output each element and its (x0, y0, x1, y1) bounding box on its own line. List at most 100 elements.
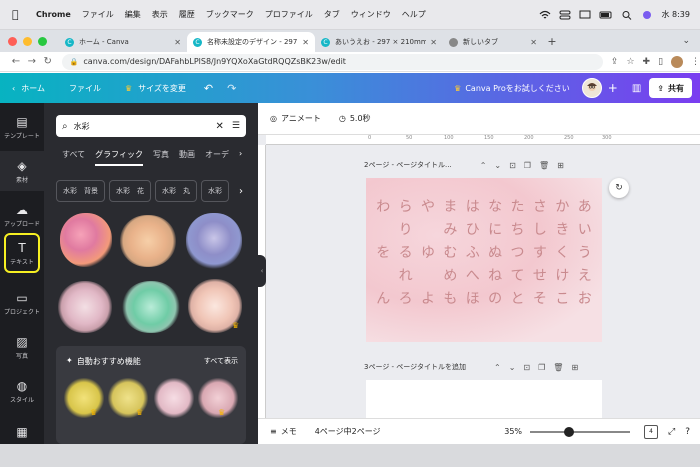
chip-watercolor-flower[interactable]: 水彩 花 (109, 180, 151, 202)
duration-button[interactable]: ◷ 5.0秒 (339, 113, 371, 124)
chip-watercolor-circle[interactable]: 水彩 丸 (155, 180, 197, 202)
page-3-title[interactable]: 3ページ - ページタイトルを追加 (364, 362, 466, 372)
animate-button[interactable]: ◎ アニメート (270, 113, 321, 124)
watercolor-graphic-pink[interactable] (60, 213, 112, 267)
rail-item-text[interactable]: T テキスト (4, 233, 40, 273)
rail-item-uploads[interactable]: ☁ アップロード (0, 195, 44, 235)
close-window-button[interactable] (8, 36, 17, 46)
search-input[interactable]: ⌕ 水彩 ✕ ☰ (56, 115, 246, 137)
rail-item-styles[interactable]: ◍ スタイル (0, 371, 44, 411)
lock-page-icon[interactable]: ⊡ (509, 161, 516, 170)
menubar-item-file[interactable]: ファイル (82, 9, 114, 20)
suggestion-thumb-yellow-1[interactable] (64, 378, 104, 418)
regenerate-icon[interactable]: ↻ (609, 178, 629, 198)
help-icon[interactable]: ? (685, 427, 690, 437)
tab-home-canva[interactable]: C ホーム - Canva ✕ (59, 32, 187, 52)
duplicate-page-icon[interactable]: ❐ (524, 161, 531, 170)
watercolor-graphic-peach[interactable] (120, 215, 176, 267)
close-tab-icon[interactable]: ✕ (302, 38, 309, 47)
add-page-icon[interactable]: ⊞ (571, 363, 578, 372)
watercolor-graphic-rose[interactable] (58, 281, 112, 333)
move-up-chevron-icon[interactable]: ⌃ (494, 363, 501, 372)
screen-mirror-icon[interactable] (579, 10, 591, 20)
siri-icon[interactable] (641, 10, 653, 20)
menubar-item-help[interactable]: ヘルプ (402, 9, 426, 20)
close-tab-icon[interactable]: ✕ (430, 38, 437, 47)
spotlight-search-icon[interactable] (621, 10, 633, 20)
move-up-chevron-icon[interactable]: ⌃ (480, 161, 487, 170)
menubar-item-profile[interactable]: プロファイル (265, 9, 313, 20)
duplicate-page-icon[interactable]: ❐ (538, 363, 545, 372)
extension-puzzle-icon[interactable]: ✚ (643, 57, 651, 67)
tab-videos[interactable]: 動画 (179, 149, 195, 166)
rail-item-projects[interactable]: ▭ プロジェクト (0, 283, 44, 323)
bookmark-star-icon[interactable]: ☆ (626, 57, 634, 67)
watercolor-graphic-lavender[interactable] (186, 213, 242, 269)
profile-avatar[interactable] (671, 55, 684, 68)
page-2-title[interactable]: 2ページ - ページタイトル... (364, 160, 452, 170)
chip-watercolor-background[interactable]: 水彩 背景 (56, 180, 105, 202)
fullscreen-icon[interactable]: ⤢ (668, 427, 675, 437)
suggestion-thumb-pink-1[interactable] (154, 378, 194, 418)
url-field[interactable]: 🔒 canva.com/design/DAFahbLPlS8/Jn9YQXoXa… (61, 53, 603, 70)
sidepanel-icon[interactable]: ▯ (658, 57, 663, 67)
tab-untitled-design[interactable]: C 名称未設定のデザイン - 297 × 2 ✕ (187, 32, 315, 52)
control-center-icon[interactable] (559, 10, 571, 20)
rail-item-templates[interactable]: ▤ テンプレート (0, 107, 44, 147)
back-arrow-icon[interactable]: ← (8, 56, 24, 67)
menubar-item-tab[interactable]: タブ (324, 9, 340, 20)
design-page-2[interactable]: わらやまはなたさかあ りみひにちしきい をるゆむふぬつすくう れめへねてせけえ … (366, 178, 602, 342)
add-page-icon[interactable]: ⊞ (557, 161, 564, 170)
apple-icon[interactable]:  (12, 8, 26, 21)
page-indicator[interactable]: 4ページ中2ページ (315, 426, 381, 437)
chips-next-chevron-icon[interactable]: › (233, 180, 249, 202)
file-menu-button[interactable]: ファイル (69, 83, 101, 94)
chip-watercolor[interactable]: 水彩 (201, 180, 229, 202)
tab-aiueo[interactable]: C あいうえお - 297 × 210mm ✕ (315, 32, 443, 52)
tab-photos[interactable]: 写真 (153, 149, 169, 166)
page-count-button[interactable]: 4 (644, 424, 659, 439)
tabs-next-chevron-icon[interactable]: › (239, 149, 242, 166)
kebab-menu-icon[interactable]: ⋮ (691, 57, 700, 67)
filter-sliders-icon[interactable]: ☰ (232, 121, 240, 131)
try-canva-pro-button[interactable]: ♛ Canva Proをお試しください (454, 83, 570, 94)
new-tab-plus-icon[interactable]: + (543, 35, 561, 48)
menubar-app-name[interactable]: Chrome (36, 10, 71, 19)
tab-new-tab[interactable]: 新しいタブ ✕ (443, 32, 543, 52)
resize-button[interactable]: ♛ サイズを変更 (125, 83, 186, 94)
notes-button[interactable]: ≡ メモ (270, 426, 297, 437)
collapse-panel-chevron-icon[interactable]: ‹ (258, 255, 266, 287)
zoom-slider[interactable] (530, 426, 631, 437)
maximize-window-button[interactable] (38, 36, 47, 46)
battery-icon[interactable] (599, 10, 613, 20)
tab-audio[interactable]: オーデ (205, 149, 229, 166)
menubar-clock[interactable]: 水 8:39 (661, 9, 690, 20)
delete-page-icon[interactable]: 🗑 (539, 161, 549, 170)
share-page-icon[interactable]: ⇪ (611, 57, 619, 67)
rail-item-elements[interactable]: ◈ 素材 (0, 151, 44, 191)
lock-icon[interactable]: 🔒 (70, 58, 79, 66)
menubar-item-edit[interactable]: 編集 (125, 9, 141, 20)
wifi-icon[interactable] (539, 10, 551, 20)
minimize-window-button[interactable] (23, 36, 32, 46)
undo-icon[interactable]: ↶ (204, 82, 213, 95)
menubar-item-window[interactable]: ウィンドウ (351, 9, 391, 20)
zoom-level[interactable]: 35% (504, 427, 522, 436)
tab-graphics[interactable]: グラフィック (95, 149, 143, 166)
lock-page-icon[interactable]: ⊡ (523, 363, 530, 372)
move-down-chevron-icon[interactable]: ⌄ (494, 161, 501, 170)
menubar-item-history[interactable]: 履歴 (179, 9, 195, 20)
home-button[interactable]: ‹ ホーム (12, 83, 45, 94)
redo-icon[interactable]: ↷ (227, 82, 236, 95)
share-button[interactable]: ⇪ 共有 (649, 78, 692, 98)
close-tab-icon[interactable]: ✕ (530, 38, 537, 47)
menubar-item-bookmarks[interactable]: ブックマーク (206, 9, 254, 20)
delete-page-icon[interactable]: 🗑 (553, 363, 563, 372)
forward-arrow-icon[interactable]: → (24, 56, 40, 67)
clear-search-icon[interactable]: ✕ (216, 121, 224, 132)
move-down-chevron-icon[interactable]: ⌄ (509, 363, 516, 372)
reload-icon[interactable]: ↻ (40, 56, 56, 67)
zoom-slider-knob[interactable] (564, 426, 575, 437)
tab-search-chevron-icon[interactable]: ⌄ (682, 36, 690, 46)
rail-item-photos[interactable]: ▨ 写真 (0, 327, 44, 367)
